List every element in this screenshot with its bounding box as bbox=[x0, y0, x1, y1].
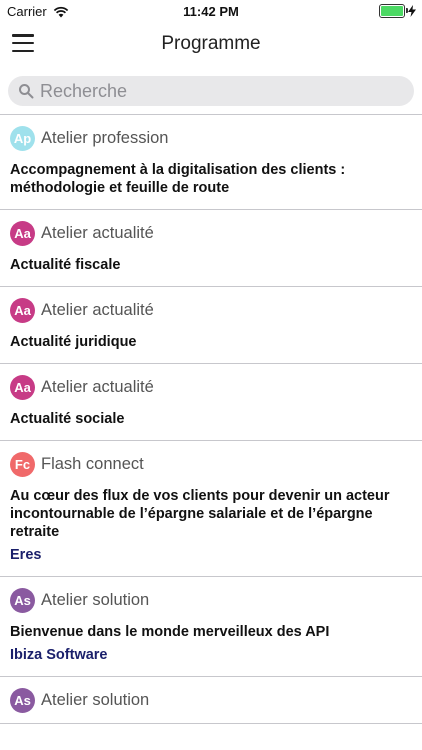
category-badge: Aa bbox=[10, 220, 35, 246]
program-list: Ap Atelier profession Accompagnement à la … bbox=[0, 115, 422, 724]
session-title: Actualité fiscale bbox=[10, 257, 121, 273]
category-badge: As bbox=[10, 587, 35, 613]
category-badge: Aa bbox=[10, 297, 35, 323]
item-header: Aa Atelier actualité bbox=[10, 287, 412, 333]
search-input[interactable] bbox=[38, 79, 382, 103]
item-header: Aa Atelier actualité bbox=[10, 210, 412, 256]
session-title: Au cœur des flux de vos clients pour dev… bbox=[10, 488, 390, 540]
battery-fill bbox=[381, 6, 403, 16]
battery-icon bbox=[379, 4, 408, 18]
category-label: Flash connect bbox=[41, 454, 144, 473]
search-icon bbox=[19, 84, 34, 99]
search-box[interactable] bbox=[8, 76, 414, 106]
category-badge: Ap bbox=[10, 125, 35, 151]
status-bar: Carrier 11:42 PM bbox=[0, 0, 422, 22]
list-item[interactable]: Aa Atelier actualité Actualité sociale bbox=[0, 364, 422, 441]
session-title: Bienvenue dans le monde merveilleux des … bbox=[10, 624, 330, 640]
session-title: Actualité sociale bbox=[10, 411, 125, 427]
list-item[interactable]: Ap Atelier profession Accompagnement à la … bbox=[0, 115, 422, 210]
charging-bolt-icon bbox=[408, 5, 416, 17]
nav-bar: Programme bbox=[0, 22, 422, 66]
item-header: Aa Atelier actualité bbox=[10, 364, 412, 410]
list-item[interactable]: As Atelier solution Bienvenue dans le mond… bbox=[0, 577, 422, 677]
category-label: Atelier actualité bbox=[41, 377, 154, 396]
sponsor-name: Eres bbox=[10, 547, 42, 563]
session-title: Actualité juridique bbox=[10, 334, 137, 350]
category-label: Atelier solution bbox=[41, 690, 150, 709]
category-label: Atelier actualité bbox=[41, 223, 154, 242]
item-header: As Atelier solution bbox=[10, 677, 412, 723]
category-badge: Fc bbox=[10, 451, 35, 477]
category-label: Atelier profession bbox=[41, 128, 169, 147]
list-item[interactable]: Aa Atelier actualité Actualité fiscale bbox=[0, 210, 422, 287]
item-header: As Atelier solution bbox=[10, 577, 412, 623]
list-item[interactable]: Aa Atelier actualité Actualité juridique bbox=[0, 287, 422, 364]
sponsor-name: Ibiza Software bbox=[10, 647, 108, 663]
session-title: Accompagnement à la digitalisation des c… bbox=[10, 162, 346, 196]
list-item[interactable]: Fc Flash connect Au cœur des flux de vos c… bbox=[0, 441, 422, 577]
category-badge: As bbox=[10, 687, 35, 713]
item-header: Fc Flash connect bbox=[10, 441, 412, 487]
status-right bbox=[379, 4, 416, 18]
search-bar bbox=[0, 66, 422, 115]
category-badge: Aa bbox=[10, 374, 35, 400]
status-time: 11:42 PM bbox=[183, 4, 239, 19]
page-title: Programme bbox=[161, 33, 261, 54]
item-header: Ap Atelier profession bbox=[10, 115, 412, 161]
category-label: Atelier solution bbox=[41, 590, 150, 609]
category-label: Atelier actualité bbox=[41, 300, 154, 319]
list-item[interactable]: As Atelier solution bbox=[0, 677, 422, 724]
